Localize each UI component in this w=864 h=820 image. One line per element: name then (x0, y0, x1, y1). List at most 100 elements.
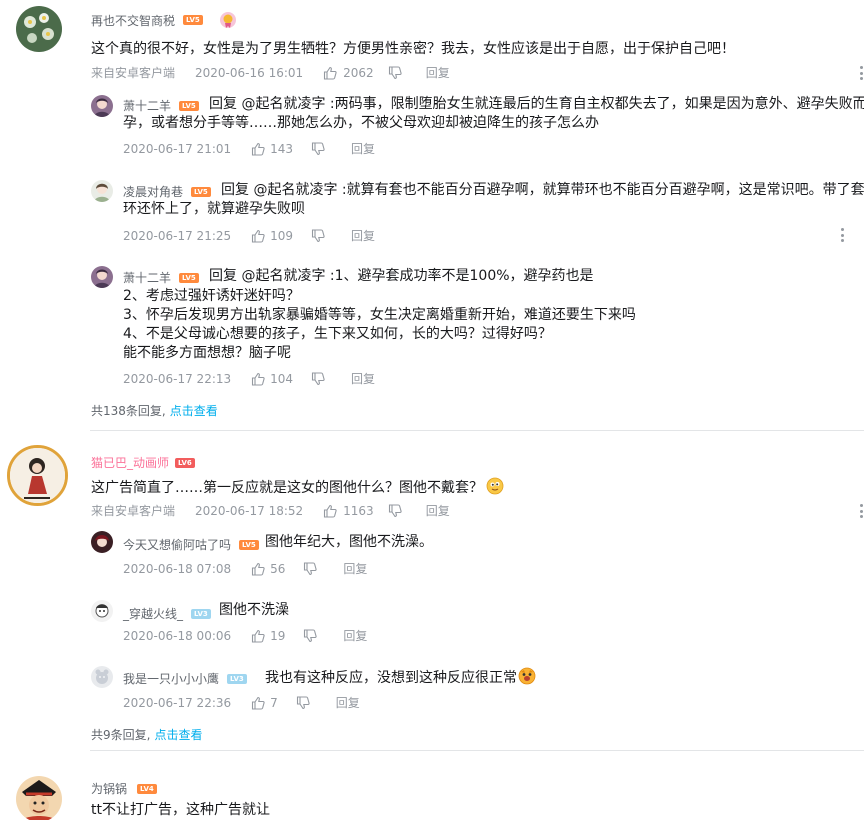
like-count: 7 (270, 695, 278, 710)
thumb-up-icon (252, 629, 265, 643)
reply-button[interactable]: 回复 (426, 502, 450, 519)
username[interactable]: 今天又想偷阿咕了吗 LV5 (123, 536, 259, 553)
username[interactable]: 我是一只小小小鹰 LV3 (123, 670, 247, 687)
avatar[interactable] (91, 666, 113, 688)
thumb-down-icon (311, 371, 325, 385)
like-count: 143 (270, 141, 294, 156)
comment-text: 这个真的很不好，女性是为了男生牺牲？方便男性亲密？我去，女性应该是出于自愿，出于… (91, 41, 735, 57)
more-icon[interactable] (840, 228, 844, 242)
username-text[interactable]: 我是一只小小小鹰 (123, 670, 219, 687)
avatar[interactable] (91, 180, 113, 202)
username[interactable]: _穿越火线_ LV3 (123, 605, 211, 622)
avatar[interactable] (91, 95, 113, 117)
avatar[interactable] (16, 6, 62, 52)
view-more-link[interactable]: 点击查看 (170, 404, 218, 418)
username-text[interactable]: 萧十二羊 (123, 269, 171, 286)
username[interactable]: 为锅锅 LV4 (91, 780, 157, 797)
medal-icon (219, 11, 237, 29)
reply-text: 我也有这种反应，没想到这种反应很正常 (265, 667, 536, 688)
like-count: 19 (270, 628, 286, 643)
thumb-up-icon (252, 696, 265, 710)
username[interactable]: 凌晨对角巷 LV5 (123, 183, 211, 200)
avatar[interactable] (16, 776, 62, 820)
reply-button[interactable]: 回复 (343, 627, 367, 644)
level-badge: LV3 (227, 673, 247, 684)
reply-button[interactable]: 回复 (351, 370, 375, 387)
thumb-down-icon (296, 695, 310, 709)
view-more-link[interactable]: 点击查看 (154, 728, 202, 742)
dislike-button[interactable] (388, 65, 402, 80)
level-badge: LV5 (183, 15, 203, 25)
username[interactable]: 萧十二羊 LV5 (123, 97, 199, 114)
reply-meta: 2020-06-17 21:25 109 回复 (123, 227, 375, 244)
username[interactable]: 萧十二羊 LV5 (123, 269, 199, 286)
timestamp: 2020-06-17 18:52 (195, 503, 304, 518)
more-icon[interactable] (859, 504, 863, 518)
like-button[interactable]: 143 (251, 142, 293, 156)
thumb-down-icon (311, 141, 325, 155)
reply-line: 环还怀上了，就算避孕失败呗 (123, 201, 305, 217)
comment-thread: 再也不交智商税 LV5 这个真的很不好，女性是为了男生牺牲？方便男性亲密？我去，… (0, 0, 864, 430)
username-text[interactable]: 再也不交智商税 (91, 12, 175, 29)
like-button[interactable]: 56 (251, 562, 285, 576)
username-text[interactable]: 为锅锅 (91, 780, 127, 797)
comment-meta: 来自安卓客户端 2020-06-17 18:52 1163 回复 (91, 502, 450, 519)
dislike-button[interactable] (311, 371, 325, 386)
dislike-button[interactable] (311, 141, 325, 156)
dislike-button[interactable] (388, 503, 402, 518)
dislike-button[interactable] (303, 628, 318, 643)
reply-meta: 2020-06-17 22:36 7 回复 (123, 694, 360, 711)
reply-line: 孕，或者想分手等等……那她怎么办，不被父母欢迎却被迫降生的孩子怎么办 (123, 115, 599, 131)
reply-button[interactable]: 回复 (426, 64, 450, 81)
emoji-icon (486, 477, 504, 495)
avatar[interactable] (91, 531, 113, 553)
username-text[interactable]: _穿越火线_ (123, 605, 183, 622)
reply-count: 共138条回复, (91, 404, 166, 418)
like-count: 1163 (343, 503, 374, 518)
thumb-down-icon (388, 65, 402, 79)
like-button[interactable]: 2062 (323, 66, 374, 80)
avatar[interactable] (7, 445, 68, 506)
level-badge: LV5 (179, 100, 199, 111)
dislike-button[interactable] (296, 695, 310, 710)
level-badge: LV3 (191, 608, 211, 619)
timestamp: 2020-06-17 22:13 (123, 371, 232, 386)
reply-text: 图他不洗澡 (219, 601, 289, 620)
username-text[interactable]: 萧十二羊 (123, 97, 171, 114)
comment-meta: 来自安卓客户端 2020-06-16 16:01 2062 回复 (91, 64, 450, 81)
reply-button[interactable]: 回复 (351, 227, 375, 244)
reply-button[interactable]: 回复 (351, 140, 375, 157)
timestamp: 2020-06-17 22:36 (123, 695, 232, 710)
client-source: 来自安卓客户端 (91, 504, 176, 518)
reply-line: 回复 @起名就凌字 :就算有套也不能百分百避孕啊，就算带环也不能百分百避孕啊，这… (221, 182, 864, 198)
reply-button[interactable]: 回复 (336, 694, 360, 711)
reply-line: 能不能多方面想想？脑子呢 (123, 345, 291, 361)
reply-button[interactable]: 回复 (343, 560, 367, 577)
more-icon[interactable] (859, 66, 863, 80)
like-button[interactable]: 7 (251, 696, 278, 710)
reply-text-cont: 孕，或者想分手等等……那她怎么办，不被父母欢迎却被迫降生的孩子怎么办 (123, 114, 599, 133)
reply-line: 2、考虑过强奸诱奸迷奸吗？ (123, 288, 300, 304)
username-text[interactable]: 猫已巴_动画师 (91, 454, 169, 471)
client-source: 来自安卓客户端 (91, 66, 176, 80)
dislike-button[interactable] (303, 561, 318, 576)
thumb-up-icon (252, 229, 265, 243)
like-button[interactable]: 1163 (323, 504, 374, 518)
dislike-button[interactable] (311, 228, 325, 243)
thumb-down-icon (304, 628, 318, 642)
like-button[interactable]: 109 (251, 229, 293, 243)
reply-meta: 2020-06-18 07:08 56 回复 (123, 560, 367, 577)
reply-line: 回复 @起名就凌字 :1、避孕套成功率不是100%，避孕药也是 (209, 268, 594, 284)
avatar[interactable] (91, 600, 113, 622)
timestamp: 2020-06-16 16:01 (195, 65, 304, 80)
username[interactable]: 再也不交智商税 LV5 (91, 11, 237, 29)
reply-line: 4、不是父母诚心想要的孩子，生下来又如何，长的大吗？过得好吗？ (123, 326, 552, 342)
username[interactable]: 猫已巴_动画师 LV6 (91, 454, 195, 471)
like-button[interactable]: 19 (251, 629, 285, 643)
username-text[interactable]: 凌晨对角巷 (123, 183, 183, 200)
avatar[interactable] (91, 266, 113, 288)
reply-line: 图他不洗澡 (219, 602, 289, 618)
username-text[interactable]: 今天又想偷阿咕了吗 (123, 536, 231, 553)
reply-text: 回复 @起名就凌字 :就算有套也不能百分百避孕啊，就算带环也不能百分百避孕啊，这… (221, 181, 864, 200)
like-button[interactable]: 104 (251, 372, 293, 386)
